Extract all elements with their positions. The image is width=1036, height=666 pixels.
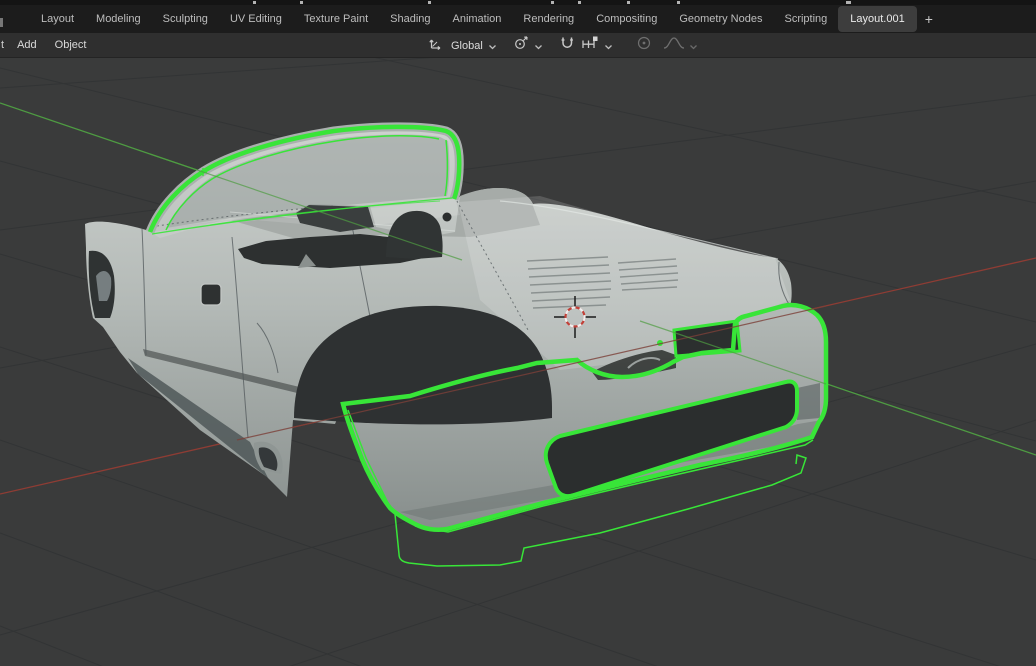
chevron-down-icon[interactable] [689,37,698,55]
workspace-tab-rendering[interactable]: Rendering [512,8,585,30]
workspace-tab-texture-paint[interactable]: Texture Paint [293,8,379,30]
snap-increment-icon[interactable] [580,35,600,56]
menu-object[interactable]: Object [46,39,96,51]
workspace-tab-layout-001[interactable]: Layout.001 [838,6,917,32]
menu-fragment: t [1,39,5,51]
workspace-tab-animation[interactable]: Animation [442,8,513,30]
orientation-axes-icon[interactable] [428,36,444,56]
transform-tool-cluster: Global [428,33,698,58]
chevron-down-icon[interactable] [604,37,613,55]
chevron-down-icon[interactable] [534,37,543,55]
proportional-editing-icon[interactable] [636,35,652,56]
chevron-down-icon[interactable] [488,37,497,55]
blender-window: { "workspace": { "tabs": [ {"label": "La… [0,0,1036,666]
workspace-tabbar: Layout Modeling Sculpting UV Editing Texture… [0,5,1036,33]
pivot-point-icon[interactable] [513,35,530,56]
workspace-tab-compositing[interactable]: Compositing [585,8,668,30]
cropped-tab-fragment [0,18,3,27]
workspace-tab-geometry-nodes[interactable]: Geometry Nodes [668,8,773,30]
falloff-curve-icon[interactable] [663,35,685,56]
menu-add[interactable]: Add [8,39,46,51]
3d-viewport[interactable] [0,0,1036,666]
add-workspace-button[interactable]: + [917,9,941,29]
workspace-tab-modeling[interactable]: Modeling [85,8,152,30]
magnet-icon[interactable] [559,35,576,56]
viewport-canvas[interactable] [0,0,1036,666]
viewport-header: t Add Object Global [0,33,1036,58]
transform-orientation-value[interactable]: Global [451,40,483,52]
workspace-tab-sculpting[interactable]: Sculpting [152,8,219,30]
workspace-tab-shading[interactable]: Shading [379,8,441,30]
workspace-tab-uv-editing[interactable]: UV Editing [219,8,293,30]
workspace-tab-layout[interactable]: Layout [30,8,85,30]
workspace-tab-scripting[interactable]: Scripting [773,8,838,30]
